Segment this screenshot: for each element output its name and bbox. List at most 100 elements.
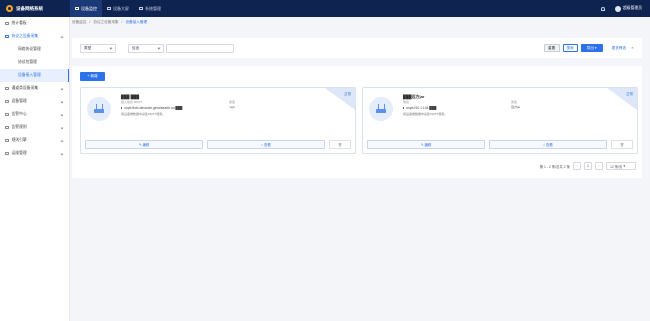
device-type-value: mqtt [229,105,235,109]
settings-icon [139,6,143,11]
chevron-down-icon [60,87,64,90]
tab-label: 系统管理 [145,5,161,11]
avatar[interactable] [615,5,622,12]
sidebar-item-label: 设备接入管理 [18,73,41,77]
sidebar-item-label: 通道类设备采集 [11,86,39,90]
chevron-down-icon [60,126,64,129]
chevron-down-icon [60,113,64,116]
sidebar-item-ops[interactable]: 运维管理 [0,147,69,160]
add-button[interactable]: + 新增 [80,72,105,81]
device-name: ███ ███ [121,94,140,99]
tab-system[interactable]: 系统管理 [134,0,166,17]
engine-icon [5,138,9,143]
router-icon [369,97,393,121]
trash-icon: 🗑 [337,142,343,147]
sidebar-item-dashboard[interactable]: 统计看板 [0,17,69,30]
export-button[interactable]: 导出 ▾ [580,44,603,52]
sidebar-item-label: 设备管理 [11,99,27,103]
search-input[interactable] [166,43,234,53]
edit-button[interactable]: ✎ 编辑 [85,140,203,149]
sidebar-item-rule-engine[interactable]: 规则引擎 [0,134,69,147]
breadcrumb-item[interactable]: 设备监控 [72,20,86,25]
chevron-down-icon: ▾ [594,46,597,50]
collapse-icon[interactable]: ✕ [631,46,634,50]
device-type-value: 远方jar [511,105,521,109]
device-desc: 用设备端数据中采集MQTT服务。 [121,112,166,116]
field-select[interactable]: 类型 [80,43,116,53]
chevron-left-icon: ‹ [576,164,578,168]
page-size-value: 12 条/页 [610,164,623,169]
router-icon [87,97,111,121]
alarm-icon [5,112,9,117]
sidebar-item-alarm-center[interactable]: 告警中心 [0,108,69,121]
more-filters-link[interactable]: 更多筛选 [612,46,626,51]
device-card[interactable]: 正常 ███远方jar 协议 mqtt://10.1.104.███ 用设备端数… [362,87,638,154]
sidebar: 统计看板 协议之设备采集 网络协议管理 协议包管理 设备接入管理 通道类设备采集… [0,17,70,321]
monitor-icon [75,6,79,11]
chart-icon [5,21,9,26]
delete-button[interactable]: 🗑 [329,140,351,149]
prev-page-button[interactable]: ‹ [573,162,581,170]
status-badge: 正常 [626,92,633,96]
sidebar-item-network-protocol[interactable]: 网络协议管理 [0,43,69,56]
page-number-button[interactable]: 1 [584,162,592,170]
search-icon: ⌕ [543,142,546,147]
view-button[interactable]: ⌕ 查看 [489,140,607,149]
bar-chart-icon [5,34,9,39]
edit-icon: ✎ [420,142,424,147]
sidebar-item-label: 规则引擎 [11,138,27,142]
sidebar-item-device-access[interactable]: 设备接入管理 [0,69,69,82]
delete-button[interactable]: 🗑 [611,140,633,149]
bell-icon[interactable] [601,6,606,11]
device-tag: 接入协议:MQTT [121,100,143,104]
chevron-down-icon [60,35,64,38]
chevron-down-icon [60,139,64,142]
user-name[interactable]: 超级管理员 [623,6,642,11]
status-badge: 正常 [344,92,351,96]
reset-button[interactable]: 重置 [543,44,560,52]
breadcrumb-item[interactable]: 协议之设备采集 [93,20,118,25]
device-tag: 协议 [403,100,410,104]
search-button[interactable]: 搜索 [562,44,578,52]
sidebar-item-protocol-collect[interactable]: 协议之设备采集 [0,30,69,43]
sidebar-item-label: 统计看板 [11,21,27,25]
breadcrumb-current: 设备接入管理 [125,20,148,24]
view-label: 查看 [546,143,553,147]
device-type-label: 类型 [229,100,236,104]
chevron-down-icon [109,46,113,50]
sidebar-item-label: 协议之设备采集 [11,34,39,38]
device-icon [5,99,9,104]
device-address: mqtt://iotc.devcode.geovisearth.co:███ [121,106,182,110]
chevron-down-icon [60,152,64,155]
operator-select[interactable]: 包含 [128,43,164,53]
field-select-value: 类型 [84,45,92,50]
page-size-select[interactable]: 12 条/页 ▾ [606,162,636,170]
card-actions: ✎ 编辑 ⌕ 查看 🗑 [367,140,633,150]
sidebar-item-protocol-package[interactable]: 协议包管理 [0,56,69,69]
brand[interactable]: 设备网络系统 [0,5,70,12]
breadcrumb: 设备监控 / 协议之设备采集 / 设备接入管理 [72,20,147,25]
screen-icon [107,6,111,11]
tab-dashboard[interactable]: 设备大屏 [102,0,134,17]
chevron-down-icon [60,100,64,103]
search-icon: ⌕ [261,142,264,147]
sidebar-item-label: 协议包管理 [18,60,37,64]
export-label: 导出 [586,45,594,50]
operator-select-value: 包含 [132,45,140,50]
next-page-button[interactable]: › [595,162,603,170]
tab-monitor[interactable]: 设备监控 [70,0,102,17]
chevron-down-icon [157,46,161,50]
top-bar: 设备网络系统 设备监控 设备大屏 系统管理 超级管理员 [0,0,650,17]
pagination-summary: 第 1 - 2 条/总共 2 条 [539,164,570,169]
chevron-down-icon: ▾ [623,164,626,168]
sidebar-item-channel-collect[interactable]: 通道类设备采集 [0,82,69,95]
top-right: 超级管理员 [601,5,650,12]
device-address: mqtt://10.1.104.███ [403,106,436,110]
edit-button[interactable]: ✎ 编辑 [367,140,485,149]
edit-label: 编辑 [142,143,150,147]
device-card[interactable]: 正常 ███ ███ 接入协议:MQTT mqtt://iotc.devcode… [80,87,356,154]
view-label: 查看 [264,143,271,147]
sidebar-item-alarm-rules[interactable]: 告警规则 [0,121,69,134]
sidebar-item-device-manage[interactable]: 设备管理 [0,95,69,108]
view-button[interactable]: ⌕ 查看 [207,140,325,149]
